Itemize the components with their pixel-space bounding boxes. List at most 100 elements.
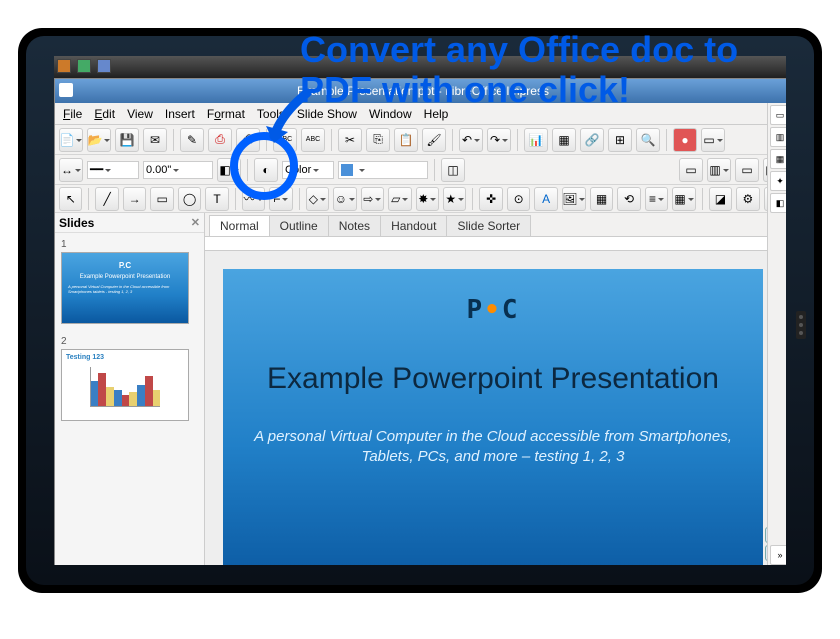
launcher-icon[interactable] [97, 59, 111, 73]
export-pdf-icon[interactable]: ⎙ [208, 128, 232, 152]
tab-handout[interactable]: Handout [380, 215, 447, 236]
zoom-icon[interactable]: 🔍 [636, 128, 660, 152]
navigator-icon[interactable]: ⊞ [608, 128, 632, 152]
from-file-icon[interactable]: 🖼 [562, 187, 586, 211]
editor-area: Normal Outline Notes Handout Slide Sorte… [205, 213, 786, 565]
toolbar-drawing: ↖ ╱ → ▭ ◯ T 〰 ⌐ ◇ ☺ ⇨ ▱ ✸ ★ [55, 185, 786, 213]
slide-thumb[interactable]: 1 P.C Example Powerpoint Presentation A … [61, 239, 198, 324]
arrow-end-icon[interactable]: → [123, 187, 146, 211]
block-arrows-icon[interactable]: ⇨ [361, 187, 384, 211]
email-icon[interactable]: ✉ [143, 128, 167, 152]
tab-normal[interactable]: Normal [209, 215, 270, 236]
close-panel-icon[interactable]: ✕ [191, 216, 200, 229]
annotation-callout: Convert any Office doc to PDF with one c… [300, 30, 820, 109]
rectangle-icon[interactable]: ▭ [150, 187, 173, 211]
copy-icon[interactable]: ⎘ [366, 128, 390, 152]
toolbar-line-fill: ↔ ━━ 0.00" ◧ ◐ Color ◫ ▭ ▥ ▭ ▶ [55, 155, 786, 185]
menu-edit[interactable]: EEditdit [88, 105, 121, 123]
align-icon[interactable]: ≡ [645, 187, 668, 211]
paste-icon[interactable]: 📋 [394, 128, 418, 152]
thumb-title: Testing 123 [66, 354, 104, 361]
slide-number: 1 [61, 239, 198, 250]
tab-notes[interactable]: Notes [328, 215, 381, 236]
app-icon [59, 83, 73, 97]
line-width-select[interactable]: 0.00" [143, 161, 213, 179]
slide-title-text: Example Powerpoint Presentation [223, 361, 763, 397]
open-icon[interactable]: 📂 [87, 128, 111, 152]
save-icon[interactable]: 💾 [115, 128, 139, 152]
tablet-bezel: Example Presentation.ppt - LibreOffice I… [26, 36, 814, 585]
task-trans-icon[interactable]: ◧ [770, 193, 786, 213]
interaction-icon[interactable]: ⚙ [736, 187, 759, 211]
stars-icon[interactable]: ★ [443, 187, 466, 211]
points-icon[interactable]: ✜ [479, 187, 502, 211]
help-icon[interactable]: ● [673, 128, 697, 152]
redo-icon[interactable]: ↷ [487, 128, 511, 152]
tab-outline[interactable]: Outline [269, 215, 329, 236]
launcher-icon[interactable] [57, 59, 71, 73]
text-icon[interactable]: T [205, 187, 228, 211]
slide-thumb[interactable]: 2 Testing 123 [61, 336, 198, 421]
menu-file[interactable]: FiFilele [57, 105, 88, 123]
workspace: Slides ✕ 1 P.C Example Powerpoint Presen… [55, 213, 786, 565]
gallery2-icon[interactable]: ▦ [590, 187, 613, 211]
line-icon[interactable]: ╱ [95, 187, 118, 211]
fill-color-select[interactable] [338, 161, 428, 179]
undo-icon[interactable]: ↶ [459, 128, 483, 152]
thumb-title: Example Powerpoint Presentation [80, 274, 170, 280]
slides-panel-title: Slides [59, 216, 94, 230]
hyperlink-icon[interactable]: 🔗 [580, 128, 604, 152]
arrow-style-icon[interactable]: ↔ [59, 158, 83, 182]
rotate-icon[interactable]: ⟲ [617, 187, 640, 211]
slides-panel-header: Slides ✕ [55, 213, 204, 233]
chart-icon[interactable]: 📊 [524, 128, 548, 152]
menu-format[interactable]: FormatFormat [201, 105, 251, 123]
slide-design-icon[interactable]: ▭ [679, 158, 703, 182]
thumb-chart [90, 367, 161, 407]
symbol-shapes-icon[interactable]: ☺ [333, 187, 356, 211]
task-expand-icon[interactable]: » [770, 545, 786, 565]
launcher-icon[interactable] [77, 59, 91, 73]
task-layout-icon[interactable]: ▥ [770, 127, 786, 147]
tablet-frame: Example Presentation.ppt - LibreOffice I… [18, 28, 822, 593]
tablet-side-button[interactable] [796, 311, 806, 339]
slide-canvas-wrap: P•C Example Powerpoint Presentation A pe… [205, 251, 786, 565]
basic-shapes-icon[interactable]: ◇ [306, 187, 329, 211]
line-style-select[interactable]: ━━ [87, 161, 139, 179]
ellipse-icon[interactable]: ◯ [178, 187, 201, 211]
callout-icon[interactable]: ✸ [416, 187, 439, 211]
edit-doc-icon[interactable]: ✎ [180, 128, 204, 152]
app-window: Example Presentation.ppt - LibreOffice I… [54, 78, 786, 565]
extrusion-icon[interactable]: ◪ [709, 187, 732, 211]
slide-layout-icon[interactable]: ▥ [707, 158, 731, 182]
glue-icon[interactable]: ⊙ [507, 187, 530, 211]
cut-icon[interactable]: ✂ [338, 128, 362, 152]
slide-thumb-preview: Testing 123 [61, 349, 189, 421]
task-anim-icon[interactable]: ✦ [770, 171, 786, 191]
insert-slide-icon[interactable]: ▭ [735, 158, 759, 182]
slides-list: 1 P.C Example Powerpoint Presentation A … [55, 233, 204, 565]
task-pane-strip: ▭ ▥ ▦ ✦ ◧ » [767, 103, 786, 565]
task-table-icon[interactable]: ▦ [770, 149, 786, 169]
thumb-brand: P.C [119, 261, 131, 270]
arrange-icon[interactable]: ▦ [672, 187, 695, 211]
slide-canvas[interactable]: P•C Example Powerpoint Presentation A pe… [223, 269, 763, 565]
new-doc-icon[interactable]: 📄 [59, 128, 83, 152]
slide-logo: P•C [223, 295, 763, 325]
slide-subtitle-text: A personal Virtual Computer in the Cloud… [223, 427, 763, 466]
tab-slide-sorter[interactable]: Slide Sorter [446, 215, 531, 236]
menu-insert[interactable]: Insert [159, 105, 201, 123]
select-arrow-icon[interactable]: ↖ [59, 187, 82, 211]
format-paintbrush-icon[interactable]: 🖌 [422, 128, 446, 152]
table-icon[interactable]: ▦ [552, 128, 576, 152]
gallery-icon[interactable]: ▭ [701, 128, 725, 152]
horizontal-ruler [205, 237, 786, 251]
slide-thumb-preview: P.C Example Powerpoint Presentation A pe… [61, 252, 189, 324]
fontwork-icon[interactable]: A [534, 187, 557, 211]
slide-number: 2 [61, 336, 198, 347]
flowchart-icon[interactable]: ▱ [388, 187, 411, 211]
view-tabs: Normal Outline Notes Handout Slide Sorte… [205, 213, 786, 237]
menu-view[interactable]: View [121, 105, 159, 123]
toolbar-main: 📄 📂 💾 ✉ ✎ ⎙ ⎙ ABC ABC ✂ ⎘ 📋 🖌 [55, 125, 786, 155]
shadow-icon[interactable]: ◫ [441, 158, 465, 182]
